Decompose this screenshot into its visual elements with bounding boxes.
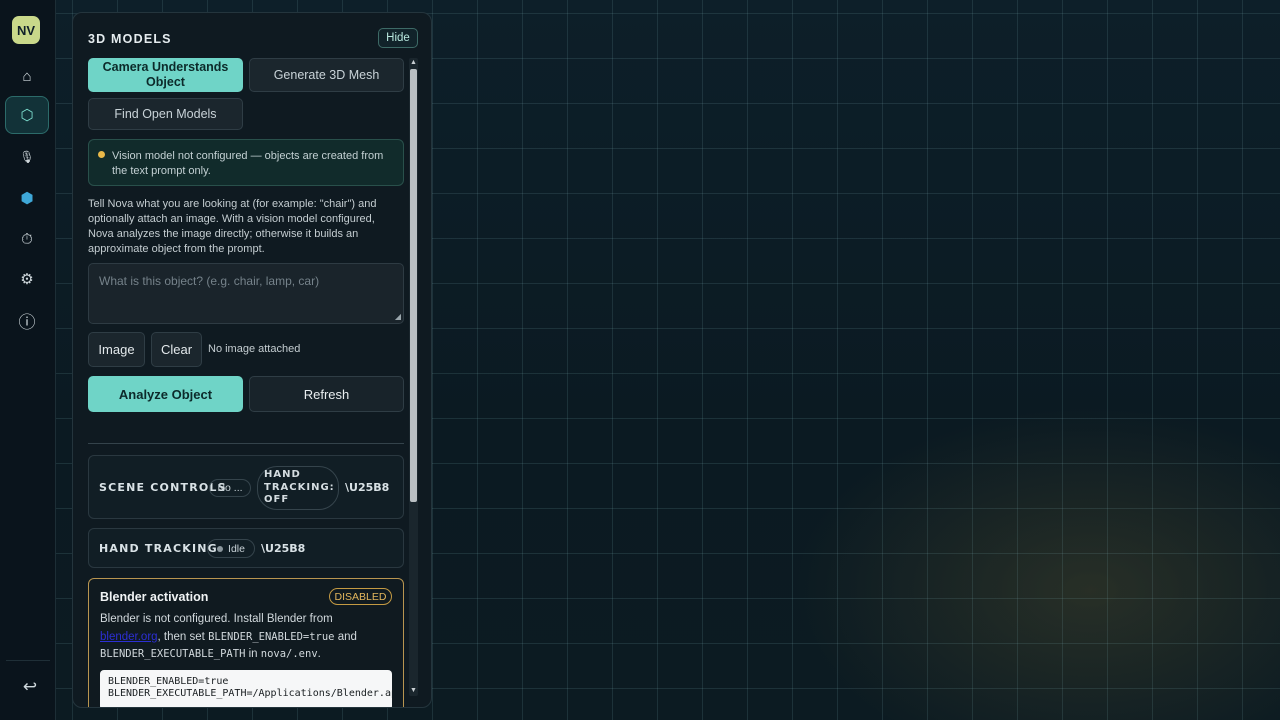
app-logo: NV (12, 16, 40, 44)
status-label: Idle (228, 542, 245, 555)
warning-dot-icon (98, 151, 105, 158)
disabled-badge: DISABLED (329, 588, 392, 605)
scroll-up-icon[interactable]: ▲ (410, 59, 417, 66)
microphone-icon[interactable]: 🎙 (5, 138, 49, 176)
env-code-block[interactable]: BLENDER_ENABLED=true BLENDER_EXECUTABLE_… (100, 670, 392, 707)
blender-title: Blender activation (100, 590, 209, 604)
instr-text-3: and (334, 630, 357, 643)
object-prompt-input[interactable]: What is this object? (e.g. chair, lamp, … (88, 263, 404, 324)
hide-button[interactable]: Hide (378, 28, 418, 48)
image-button[interactable]: Image (88, 332, 145, 367)
instr-text-2: , then set (157, 630, 209, 643)
section-divider (88, 443, 404, 444)
hand-tracking-pill: HAND TRACKING: OFF (257, 466, 339, 510)
tab-generate-mesh[interactable]: Generate 3D Mesh (249, 58, 404, 92)
notice-text: Vision model not configured — objects ar… (112, 150, 384, 177)
description-text: Tell Nova what you are looking at (for e… (88, 198, 377, 255)
scroll-down-icon[interactable]: ▼ (410, 687, 417, 694)
blender-link[interactable]: blender.org (100, 631, 158, 643)
image-status: No image attached (208, 343, 301, 355)
tab-find-open-models[interactable]: Find Open Models (88, 98, 243, 130)
instr-text-5: . (317, 648, 321, 660)
hand-tracking-chevron[interactable]: \U25B8 (261, 542, 305, 555)
hand-tracking-title: HAND TRACKING (99, 542, 218, 555)
prompt-placeholder: What is this object? (e.g. chair, lamp, … (99, 274, 320, 288)
home-icon[interactable]: ⌂ (5, 57, 49, 95)
hand-tracking-section[interactable]: HAND TRACKING Idle \U25B8 (88, 528, 404, 568)
clear-button[interactable]: Clear (151, 332, 202, 367)
info-icon[interactable]: ⓘ (5, 301, 49, 339)
sidebar: NV ⌂ ⬡ 🎙 ⬢ ⏱ ⚙ ⓘ ↩ (0, 0, 56, 720)
tab-camera-understands[interactable]: Camera Understands Object (88, 58, 243, 92)
code-line: BLENDER_EXECUTABLE_PATH=/Applications/Bl… (108, 688, 392, 699)
pill-line-1: HAND (264, 469, 301, 480)
refresh-button[interactable]: Refresh (249, 376, 404, 412)
instr-text-1: Blender is not configured. Install Blend… (100, 613, 333, 625)
scene-status-pill: No ... (209, 479, 251, 497)
timer-icon[interactable]: ⏱ (5, 220, 49, 258)
instr-text-4: in (245, 648, 261, 660)
sidebar-divider (6, 660, 50, 661)
scene-controls-title: SCENE CONTROLS (99, 481, 227, 494)
models-hexagon-icon[interactable]: ⬡ (5, 96, 49, 134)
models-panel: 3D MODELS Hide Camera Understands Object… (72, 12, 432, 708)
scrollbar-thumb[interactable] (410, 69, 417, 502)
exit-icon[interactable]: ↩ (8, 668, 52, 706)
pill-line-3: OFF (264, 494, 290, 505)
scene-controls-chevron[interactable]: \U25B8 (345, 481, 389, 494)
resize-handle-icon[interactable]: ◢ (395, 312, 401, 321)
gear-icon[interactable]: ⚙ (5, 260, 49, 298)
instr-code-2: BLENDER_EXECUTABLE_PATH (100, 648, 246, 660)
instr-code-1: BLENDER_ENABLED=true (208, 630, 335, 643)
analyze-object-button[interactable]: Analyze Object (88, 376, 243, 412)
pill-line-2: TRACKING: (264, 481, 335, 493)
blender-instructions: Blender is not configured. Install Blend… (100, 611, 392, 664)
hand-tracking-status: Idle (207, 539, 255, 558)
status-dot-icon (217, 545, 224, 552)
blender-activation-card: Blender activation DISABLED Blender is n… (88, 578, 404, 707)
vision-notice: Vision model not configured — objects ar… (88, 139, 404, 186)
scene-controls-section[interactable]: SCENE CONTROLS No ... HAND TRACKING: OFF… (88, 455, 404, 519)
panel-title: 3D MODELS (88, 32, 172, 46)
instr-code-3: nova/.env (260, 648, 318, 660)
cube-icon[interactable]: ⬢ (5, 179, 49, 217)
code-line: BLENDER_ENABLED=true (108, 676, 229, 687)
